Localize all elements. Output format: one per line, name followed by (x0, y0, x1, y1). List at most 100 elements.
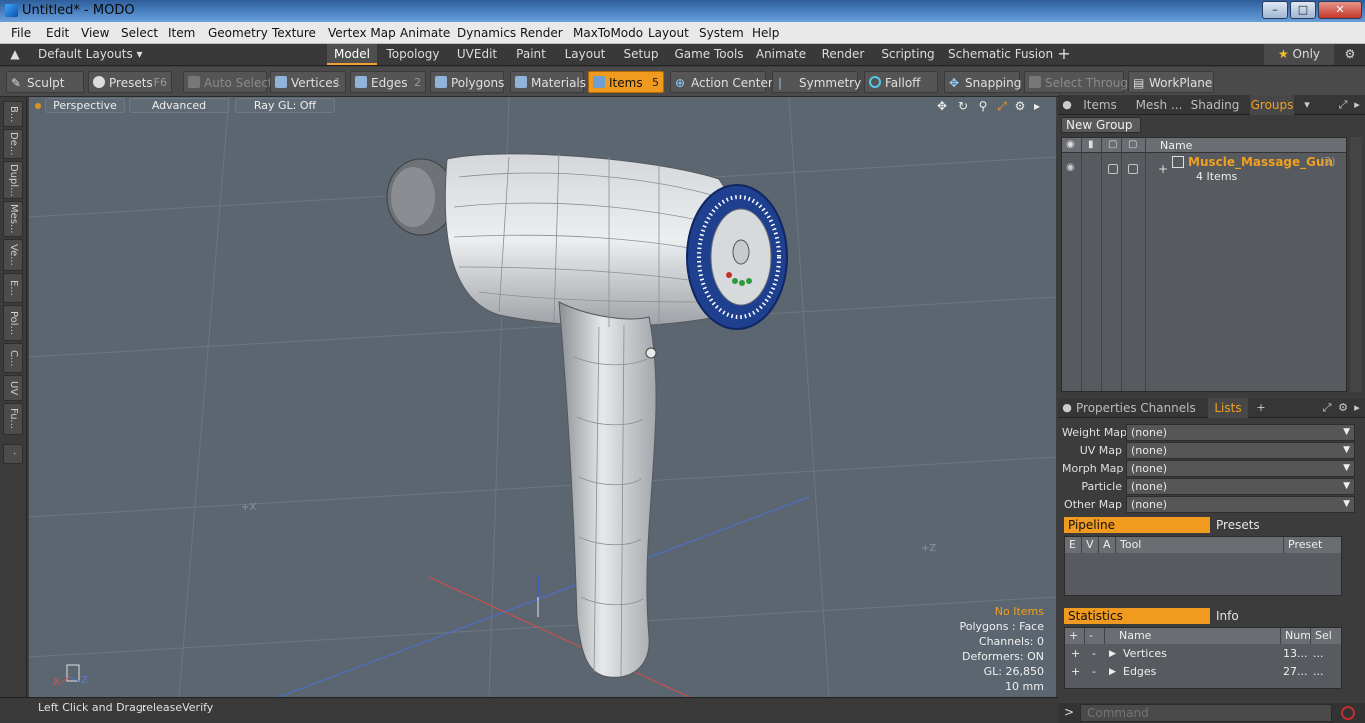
rotate-icon[interactable]: ↻ (956, 99, 970, 113)
tab-scripting[interactable]: Scripting (880, 44, 936, 65)
panel-menu-arrow-icon[interactable]: ▸ (1350, 98, 1364, 112)
tab-uvedit[interactable]: UVEdit (454, 44, 500, 65)
items-mode-button[interactable]: Items 5 (588, 71, 664, 93)
tab-mesh[interactable]: Mesh ... (1130, 95, 1188, 115)
menu-item[interactable]: Item (168, 26, 195, 40)
left-tab-uv[interactable]: UV (3, 375, 23, 401)
menu-dynamics[interactable]: Dynamics (457, 26, 516, 40)
row-eye-icon[interactable]: ◉ (1066, 162, 1075, 173)
menu-view[interactable]: View (81, 26, 109, 40)
symmetry-button[interactable]: ∣ Symmetry (772, 71, 861, 93)
snapping-button[interactable]: ✥ Snapping (944, 71, 1021, 93)
layout-settings-gear-icon[interactable]: ⚙ (1340, 44, 1360, 65)
tab-presets[interactable]: Presets (1212, 517, 1342, 533)
tab-lists[interactable]: Lists (1208, 398, 1248, 418)
vertices-mode-button[interactable]: Vertices 1 (270, 71, 346, 93)
tab-topology[interactable]: Topology (385, 44, 441, 65)
add-tab-button[interactable]: + (1054, 44, 1074, 65)
new-group-button[interactable]: New Group (1061, 117, 1141, 133)
tab-info[interactable]: Info (1212, 608, 1342, 624)
group-row[interactable]: ◉ + Muscle_Massage_Gun (3) 4 Items (1062, 154, 1346, 186)
panel-settings-gear-icon[interactable]: ⚙ (1336, 401, 1350, 415)
tab-pipeline[interactable]: Pipeline (1064, 517, 1210, 533)
weight-map-dropdown[interactable]: (none) ▼ (1126, 424, 1355, 441)
menu-file[interactable]: File (11, 26, 31, 40)
tab-model[interactable]: Model (327, 44, 377, 65)
workplane-button[interactable]: ▤ WorkPlane (1128, 71, 1214, 93)
materials-mode-button[interactable]: Materials (510, 71, 586, 93)
menu-select[interactable]: Select (121, 26, 158, 40)
expand-triangle-icon[interactable]: ▶ (1109, 663, 1116, 681)
layout-collapse-icon[interactable]: ▲ (8, 44, 22, 65)
stats-row-add[interactable]: + (1071, 645, 1080, 663)
groups-scrollbar[interactable] (1350, 137, 1362, 392)
edges-mode-button[interactable]: Edges 2 (350, 71, 426, 93)
presets-button[interactable]: Presets F6 (88, 71, 172, 93)
tab-items[interactable]: Items (1078, 95, 1122, 115)
menu-vertex-map[interactable]: Vertex Map (328, 26, 396, 40)
tab-setup[interactable]: Setup (620, 44, 662, 65)
stats-row-add[interactable]: + (1071, 663, 1080, 681)
3d-viewport[interactable]: Perspective Advanced Ray GL: Off ✥ ↻ ⚲ ⤢… (29, 97, 1056, 697)
left-tab-basic[interactable]: B... (3, 101, 23, 127)
stats-row-remove[interactable]: - (1092, 645, 1096, 663)
tab-shading[interactable]: Shading (1190, 95, 1240, 115)
uv-map-dropdown[interactable]: (none) ▼ (1126, 442, 1355, 459)
row-lock-icon[interactable] (1108, 164, 1118, 174)
raygl-dropdown[interactable]: Ray GL: Off (235, 98, 335, 113)
select-through-button[interactable]: Select Through (1024, 71, 1136, 93)
menu-geometry[interactable]: Geometry (208, 26, 268, 40)
maximize-button[interactable]: □ (1290, 1, 1316, 19)
tab-game-tools[interactable]: Game Tools (674, 44, 744, 65)
menu-animate[interactable]: Animate (400, 26, 450, 40)
viewport-menu-arrow-icon[interactable]: ▸ (1030, 99, 1044, 113)
command-input[interactable] (1080, 704, 1332, 722)
group-name[interactable]: Muscle_Massage_Gun (1188, 155, 1333, 169)
menu-system[interactable]: System (699, 26, 744, 40)
only-toggle[interactable]: ★ Only (1264, 44, 1334, 65)
tab-properties[interactable]: Properties (1076, 398, 1137, 418)
expand-plus-icon[interactable]: + (1158, 162, 1168, 176)
zoom-icon[interactable]: ⚲ (976, 99, 990, 113)
add-panel-tab-icon[interactable]: + (1254, 401, 1268, 415)
panel-grip-icon[interactable]: ● (1060, 401, 1074, 415)
tab-groups[interactable]: Groups (1250, 95, 1294, 115)
tab-schematic-fusion[interactable]: Schematic Fusion (948, 44, 1053, 65)
left-tab-deform[interactable]: De... (3, 129, 23, 159)
tab-layout[interactable]: Layout (562, 44, 608, 65)
advanced-dropdown[interactable]: Advanced (129, 98, 229, 113)
left-tab-curve[interactable]: C... (3, 343, 23, 373)
tab-animate[interactable]: Animate (755, 44, 807, 65)
panel-dropdown-icon[interactable]: ▾ (1300, 98, 1314, 112)
action-center-button[interactable]: ⊕ Action Center (670, 71, 773, 93)
menu-render[interactable]: Render (520, 26, 563, 40)
pan-icon[interactable]: ✥ (935, 99, 949, 113)
table-row[interactable]: + - ▶ Vertices 13... ... (1065, 645, 1341, 663)
tab-statistics[interactable]: Statistics (1064, 608, 1210, 624)
close-button[interactable]: ✕ (1318, 1, 1362, 19)
morph-map-dropdown[interactable]: (none) ▼ (1126, 460, 1355, 477)
left-tab-extra[interactable]: · (3, 444, 23, 464)
expand-triangle-icon[interactable]: ▶ (1109, 645, 1116, 663)
particle-dropdown[interactable]: (none) ▼ (1126, 478, 1355, 495)
tab-render[interactable]: Render (819, 44, 867, 65)
minimize-button[interactable]: – (1262, 1, 1288, 19)
panel-expand-icon[interactable]: ⤢ (1336, 98, 1350, 112)
sculpt-button[interactable]: ✎ Sculpt (6, 71, 84, 93)
viewport-settings-gear-icon[interactable]: ⚙ (1013, 99, 1027, 113)
left-tab-edge[interactable]: E... (3, 273, 23, 303)
left-tab-fusion[interactable]: Fu... (3, 403, 23, 435)
panel-menu-arrow-icon[interactable]: ▸ (1350, 401, 1364, 415)
other-map-dropdown[interactable]: (none) ▼ (1126, 496, 1355, 513)
stats-row-remove[interactable]: - (1092, 663, 1096, 681)
row-select-icon[interactable] (1128, 164, 1138, 174)
menu-maxtomodo[interactable]: MaxToModo (573, 26, 643, 40)
menu-texture[interactable]: Texture (272, 26, 316, 40)
menu-edit[interactable]: Edit (46, 26, 69, 40)
maximize-viewport-icon[interactable]: ⤢ (995, 99, 1009, 113)
tab-channels[interactable]: Channels (1140, 398, 1196, 418)
menu-help[interactable]: Help (752, 26, 779, 40)
auto-select-button[interactable]: Auto Select (183, 71, 273, 93)
table-row[interactable]: + - ▶ Edges 27... ... (1065, 663, 1341, 681)
record-icon[interactable] (1341, 706, 1355, 720)
